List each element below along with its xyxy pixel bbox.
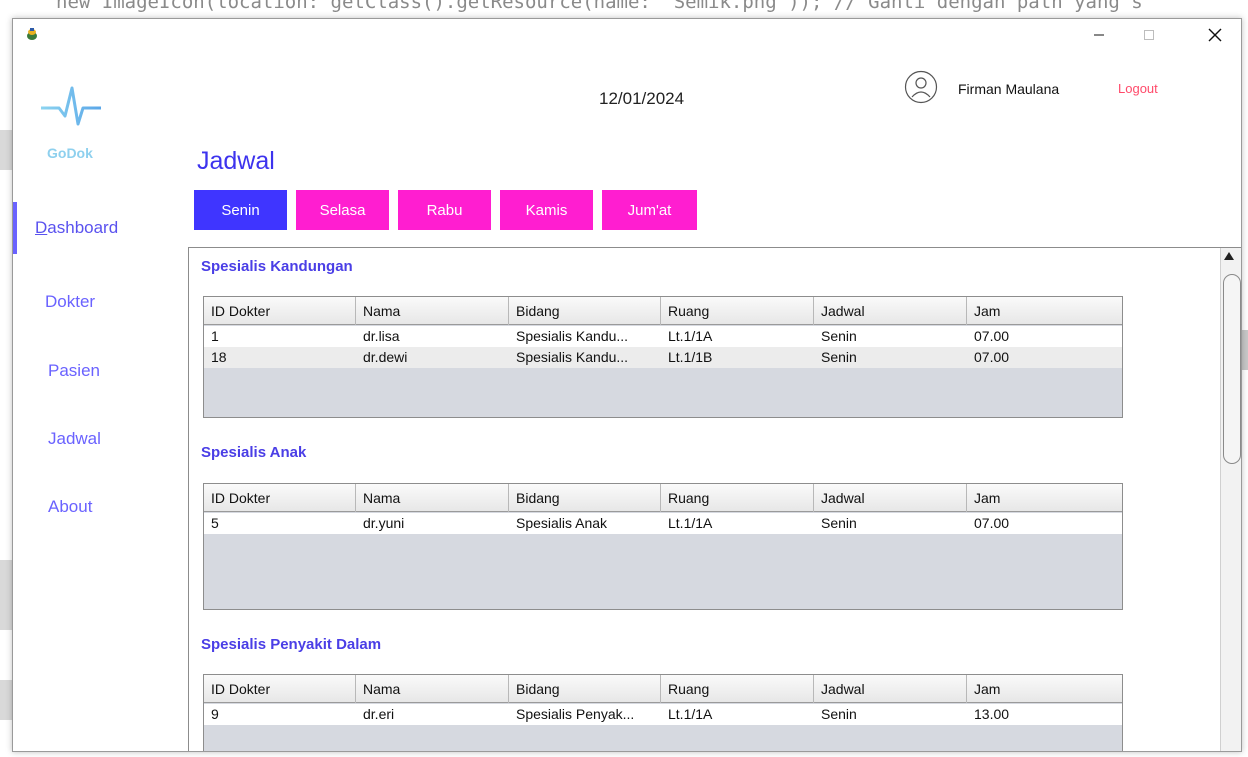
java-cup-icon (27, 28, 37, 40)
cell-bidang: Spesialis Penyak... (516, 706, 635, 722)
table-header: ID Dokter Nama Bidang Ruang Jadwal Jam (204, 675, 1122, 703)
page-title: Jadwal (197, 147, 275, 175)
table-row[interactable]: 18 dr.dewi Spesialis Kandu... Lt.1/1B Se… (204, 347, 1122, 368)
column-header-ruang[interactable]: Ruang (661, 484, 814, 512)
table-row[interactable]: 9 dr.eri Spesialis Penyak... Lt.1/1A Sen… (204, 704, 1122, 725)
cell-bidang: Spesialis Kandu... (516, 328, 629, 344)
column-header-jam[interactable]: Jam (967, 484, 1122, 512)
section-title-kandungan: Spesialis Kandungan (201, 258, 353, 275)
column-header-jadwal[interactable]: Jadwal (814, 675, 967, 703)
cell-id: 9 (211, 706, 219, 722)
column-header-ruang[interactable]: Ruang (661, 297, 814, 325)
user-avatar-icon (904, 70, 938, 104)
cell-jadwal: Senin (821, 349, 857, 365)
sidebar: GoDok Dashboard Dokter Pasien Jadwal Abo… (13, 51, 185, 751)
column-header-id[interactable]: ID Dokter (204, 484, 356, 512)
sidebar-item-about[interactable]: About (13, 481, 185, 533)
section-title-penyakit-dalam: Spesialis Penyakit Dalam (201, 636, 382, 653)
cell-bidang: Spesialis Kandu... (516, 349, 629, 365)
app-window: GoDok Dashboard Dokter Pasien Jadwal Abo… (12, 18, 1242, 752)
vertical-scrollbar[interactable] (1220, 248, 1241, 751)
column-header-nama[interactable]: Nama (356, 675, 509, 703)
table-row[interactable]: 5 dr.yuni Spesialis Anak Lt.1/1A Senin 0… (204, 513, 1122, 534)
tab-rabu[interactable]: Rabu (398, 190, 491, 230)
maximize-button[interactable] (1126, 19, 1172, 51)
section-title-anak: Spesialis Anak (201, 444, 307, 461)
cell-jam: 07.00 (974, 328, 1010, 344)
close-icon (1208, 28, 1222, 42)
cell-ruang: Lt.1/1A (668, 515, 713, 531)
column-header-nama[interactable]: Nama (356, 484, 509, 512)
table-header: ID Dokter Nama Bidang Ruang Jadwal Jam (204, 297, 1122, 325)
column-header-bidang[interactable]: Bidang (509, 484, 661, 512)
sidebar-item-label: Dokter (45, 292, 96, 311)
heartbeat-icon (41, 86, 101, 126)
user-name: Firman Maulana (958, 81, 1060, 97)
cell-jadwal: Senin (821, 515, 857, 531)
logo-text: GoDok (47, 145, 93, 161)
ide-gutter-strip (0, 560, 12, 630)
ide-gutter-strip (0, 680, 12, 720)
cell-ruang: Lt.1/1B (668, 349, 713, 365)
sidebar-item-label: Dashboard (35, 218, 119, 237)
table-row[interactable]: 1 dr.lisa Spesialis Kandu... Lt.1/1A Sen… (204, 326, 1122, 347)
cell-jadwal: Senin (821, 706, 857, 722)
column-header-id[interactable]: ID Dokter (204, 297, 356, 325)
cell-jam: 13.00 (974, 706, 1010, 722)
column-header-jam[interactable]: Jam (967, 675, 1122, 703)
table-penyakit-dalam[interactable]: ID Dokter Nama Bidang Ruang Jadwal Jam 9… (203, 674, 1123, 751)
cell-nama: dr.eri (363, 706, 395, 722)
cell-nama: dr.yuni (363, 515, 405, 531)
cell-bidang: Spesialis Anak (516, 515, 608, 531)
minimize-icon (1094, 34, 1104, 36)
scrollbar-thumb[interactable] (1223, 274, 1241, 464)
sidebar-item-label: Jadwal (48, 429, 101, 448)
maximize-icon (1144, 30, 1154, 40)
cell-jam: 07.00 (974, 515, 1010, 531)
logout-button[interactable]: Logout (1118, 81, 1158, 96)
schedule-content: Spesialis Kandungan ID Dokter Nama Bidan… (189, 248, 1219, 751)
cell-nama: dr.dewi (363, 349, 408, 365)
ide-code-line: new ImageIcon(location: getClass().getRe… (56, 0, 1143, 13)
tab-jumat[interactable]: Jum'at (602, 190, 697, 230)
cell-id: 1 (211, 328, 219, 344)
sidebar-item-label-rest: ashboard (47, 218, 119, 237)
table-kandungan[interactable]: ID Dokter Nama Bidang Ruang Jadwal Jam 1… (203, 296, 1123, 418)
cell-id: 18 (211, 349, 227, 365)
column-header-bidang[interactable]: Bidang (509, 297, 661, 325)
column-header-jadwal[interactable]: Jadwal (814, 484, 967, 512)
header-date: 12/01/2024 (599, 89, 685, 108)
column-header-jadwal[interactable]: Jadwal (814, 297, 967, 325)
minimize-button[interactable] (1076, 19, 1122, 51)
sidebar-item-label: About (48, 497, 93, 516)
close-button[interactable] (1192, 19, 1238, 51)
cell-jam: 07.00 (974, 349, 1010, 365)
sidebar-item-jadwal[interactable]: Jadwal (13, 413, 185, 465)
sidebar-item-label: Pasien (48, 361, 100, 380)
cell-nama: dr.lisa (363, 328, 400, 344)
column-header-bidang[interactable]: Bidang (509, 675, 661, 703)
column-header-jam[interactable]: Jam (967, 297, 1122, 325)
schedule-scroll-panel[interactable]: Spesialis Kandungan ID Dokter Nama Bidan… (188, 247, 1241, 751)
cell-jadwal: Senin (821, 328, 857, 344)
sidebar-item-dashboard[interactable]: Dashboard (13, 202, 185, 254)
tab-selasa[interactable]: Selasa (296, 190, 389, 230)
table-anak[interactable]: ID Dokter Nama Bidang Ruang Jadwal Jam 5… (203, 483, 1123, 610)
ide-right-strip (1242, 330, 1248, 370)
title-bar (13, 19, 1241, 51)
scroll-up-arrow-icon[interactable] (1224, 252, 1234, 260)
sidebar-item-pasien[interactable]: Pasien (13, 345, 185, 397)
cell-ruang: Lt.1/1A (668, 706, 713, 722)
column-header-nama[interactable]: Nama (356, 297, 509, 325)
column-header-ruang[interactable]: Ruang (661, 675, 814, 703)
cell-id: 5 (211, 515, 219, 531)
tab-senin[interactable]: Senin (194, 190, 287, 230)
sidebar-item-dokter[interactable]: Dokter (13, 276, 185, 328)
cell-ruang: Lt.1/1A (668, 328, 713, 344)
column-header-id[interactable]: ID Dokter (204, 675, 356, 703)
table-header: ID Dokter Nama Bidang Ruang Jadwal Jam (204, 484, 1122, 512)
ide-gutter-strip (0, 130, 12, 170)
tab-kamis[interactable]: Kamis (500, 190, 593, 230)
